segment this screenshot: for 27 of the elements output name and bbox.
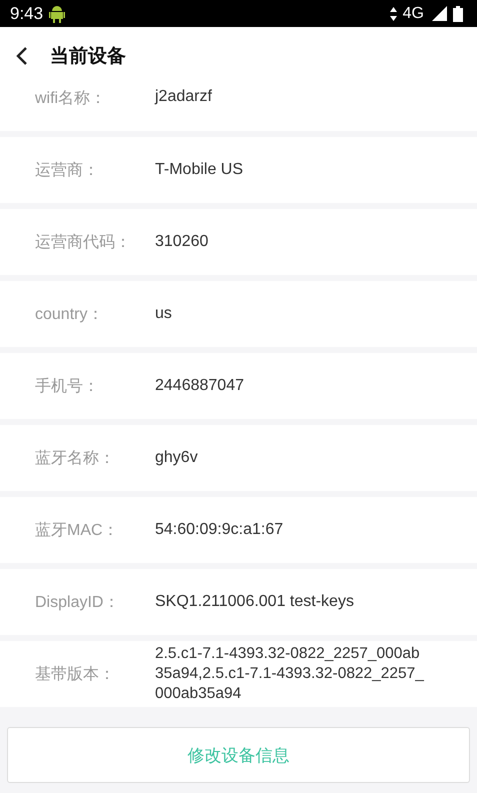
field-label: 蓝牙MAC： [34,520,120,540]
field-label: 手机号： [34,376,100,396]
edit-device-button[interactable]: 修改设备信息 [7,727,470,783]
field-label: DisplayID： [34,592,120,612]
status-time: 9:43 [10,4,44,24]
page-title: 当前设备 [50,45,126,69]
network-type: 4G [402,4,424,22]
field-label: 运营商： [34,160,100,180]
battery-icon [453,6,463,22]
field-value: T-Mobile US [155,161,244,179]
field-value: SKQ1.211006.001 test-keys [155,593,354,611]
field-label: wifi名称： [34,89,108,109]
field-value: 54:60:09:9c:a1:67 [155,521,284,539]
field-value: 2446887047 [155,377,244,395]
android-icon [49,4,66,22]
field-value: ghy6v [155,449,198,467]
data-arrows-icon [390,6,397,20]
field-label: 基带版本： [34,664,116,684]
field-label: country： [34,304,104,324]
field-value: 2.5.c1-7.1-4393.32-0822_2257_000ab 35a94,2.5.c1-7.1-4393.32-0822_2257_ 000ab35a94 [155,644,424,704]
field-label: 蓝牙名称： [34,448,116,468]
field-label: 运营商代码： [34,232,132,252]
back-icon[interactable] [16,47,28,65]
field-value: us [155,305,172,323]
signal-icon [432,6,447,21]
field-value: j2adarzf [155,88,212,106]
field-value: 310260 [155,233,208,251]
